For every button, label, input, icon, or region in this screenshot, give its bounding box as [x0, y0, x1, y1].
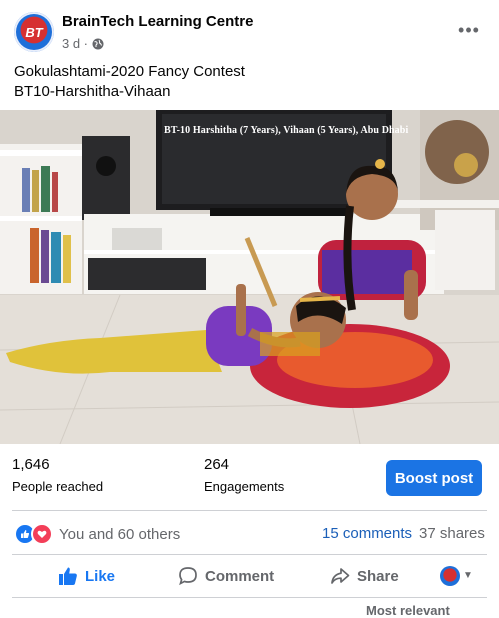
- love-reaction-icon: [31, 523, 53, 545]
- reaction-text: You and 60 others: [59, 525, 181, 543]
- engagements-value: 264: [204, 456, 230, 473]
- divider: [12, 510, 487, 511]
- comment-label: Comment: [205, 567, 275, 585]
- share-button[interactable]: Share: [330, 563, 399, 589]
- post-photo[interactable]: BT-10 Harshitha (7 Years), Vihaan (5 Yea…: [0, 110, 499, 444]
- post-time[interactable]: 3 d ·: [62, 36, 88, 51]
- avatar-initials: BT: [25, 24, 43, 40]
- people-reached-label: People reached: [12, 479, 104, 494]
- shares-count[interactable]: 37 shares: [419, 525, 485, 542]
- thumbs-up-icon: [59, 567, 77, 585]
- engagements-label: Engagements: [204, 479, 285, 494]
- share-icon: [331, 568, 350, 584]
- people-reached-stat[interactable]: 1,646 People reached: [12, 456, 103, 494]
- divider: [12, 597, 487, 598]
- comment-icon: [179, 567, 197, 586]
- globe-icon: [92, 38, 104, 49]
- post-card: BT BrainTech Learning Centre 3 d · ••• G…: [0, 0, 499, 618]
- people-reached-value: 1,646: [12, 456, 50, 473]
- chevron-down-icon[interactable]: ▼: [463, 570, 473, 581]
- post-text-line1: Gokulashtami-2020 Fancy Contest: [14, 63, 245, 80]
- comment-sort-dropdown[interactable]: Most relevant: [366, 603, 450, 618]
- post-text-line2: BT10-Harshitha-Vihaan: [14, 83, 171, 100]
- photo-illustration: [0, 110, 499, 444]
- divider: [12, 554, 487, 555]
- comments-count-link[interactable]: 15 comments: [322, 525, 412, 542]
- like-label: Like: [85, 567, 116, 585]
- photo-caption: BT-10 Harshitha (7 Years), Vihaan (5 Yea…: [164, 125, 409, 136]
- engagements-stat[interactable]: 264 Engagements: [204, 456, 284, 494]
- share-label: Share: [357, 567, 399, 585]
- like-button[interactable]: Like: [58, 563, 115, 589]
- posting-as-avatar[interactable]: [440, 566, 460, 586]
- post-meta: 3 d ·: [62, 36, 104, 51]
- boost-post-button[interactable]: Boost post: [386, 460, 482, 496]
- comment-button[interactable]: Comment: [178, 563, 274, 589]
- page-avatar[interactable]: BT: [14, 12, 54, 52]
- post-text: Gokulashtami-2020 Fancy Contest BT10-Har…: [14, 62, 245, 102]
- page-name[interactable]: BrainTech Learning Centre: [62, 13, 253, 30]
- more-options-button[interactable]: •••: [453, 16, 485, 44]
- reactions-summary[interactable]: You and 60 others: [14, 523, 180, 545]
